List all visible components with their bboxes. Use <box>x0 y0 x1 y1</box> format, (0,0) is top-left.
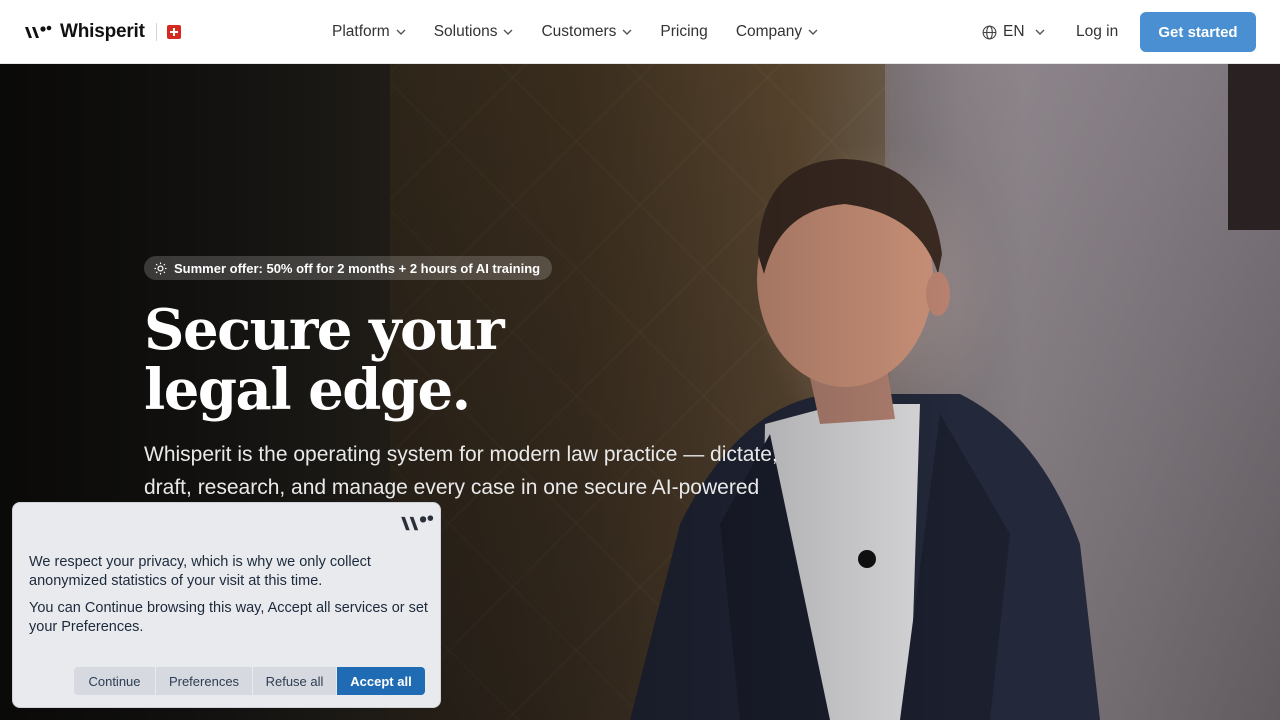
nav-platform-label: Platform <box>332 23 390 40</box>
sun-icon <box>154 261 167 275</box>
hero-title: Secure your legal edge. <box>144 297 505 423</box>
nav-platform[interactable]: Platform <box>332 23 406 41</box>
whisperit-logo-icon <box>401 515 434 531</box>
chevron-down-icon <box>396 29 406 35</box>
nav-company[interactable]: Company <box>736 23 818 41</box>
cookie-options-text: You can Continue browsing this way, Acce… <box>29 600 428 635</box>
summer-offer-text: Summer offer: 50% off for 2 months + 2 h… <box>174 260 541 276</box>
logo-divider <box>155 23 157 41</box>
nav-pricing-label: Pricing <box>660 23 708 40</box>
cookie-refuse-all-button[interactable]: Refuse all <box>253 667 337 695</box>
chevron-down-icon <box>622 29 632 35</box>
whisperit-logo-icon <box>25 25 52 38</box>
summer-offer-badge[interactable]: Summer offer: 50% off for 2 months + 2 h… <box>144 256 553 280</box>
chevron-down-icon <box>503 29 513 35</box>
hero-title-line1: Secure your <box>144 297 505 363</box>
login-link[interactable]: Log in <box>1076 0 1118 64</box>
main-nav: Platform Solutions Customers Pricing Com… <box>332 0 846 64</box>
cookie-preferences-button[interactable]: Preferences <box>156 667 253 695</box>
hero-subtitle: Whisperit is the operating system for mo… <box>144 443 778 499</box>
nav-solutions[interactable]: Solutions <box>434 23 514 41</box>
language-label: EN <box>1003 23 1025 40</box>
cookie-button-group: Continue Preferences Refuse all Accept a… <box>74 667 425 695</box>
nav-customers-label: Customers <box>541 23 617 40</box>
cookie-privacy-text: We respect your privacy, which is why we… <box>29 554 371 589</box>
cookie-consent-panel: We respect your privacy, which is why we… <box>12 502 441 708</box>
site-header: Whisperit Platform Solutions Customers P… <box>0 0 1280 64</box>
logo[interactable]: Whisperit <box>24 18 181 46</box>
cookie-continue-button[interactable]: Continue <box>74 667 156 695</box>
swiss-flag-icon <box>166 25 181 39</box>
globe-icon <box>982 25 997 39</box>
nav-solutions-label: Solutions <box>433 23 498 40</box>
nav-company-label: Company <box>735 23 803 40</box>
language-selector[interactable]: EN <box>982 0 1045 64</box>
nav-customers[interactable]: Customers <box>541 23 632 41</box>
get-started-button[interactable]: Get started <box>1140 12 1256 52</box>
nav-pricing[interactable]: Pricing <box>660 23 707 41</box>
cookie-accept-all-button[interactable]: Accept all <box>337 667 425 695</box>
logo-text: Whisperit <box>60 21 145 42</box>
chevron-down-icon <box>808 29 818 35</box>
hero-title-line2: legal edge. <box>144 357 471 423</box>
chevron-down-icon <box>1035 29 1045 35</box>
